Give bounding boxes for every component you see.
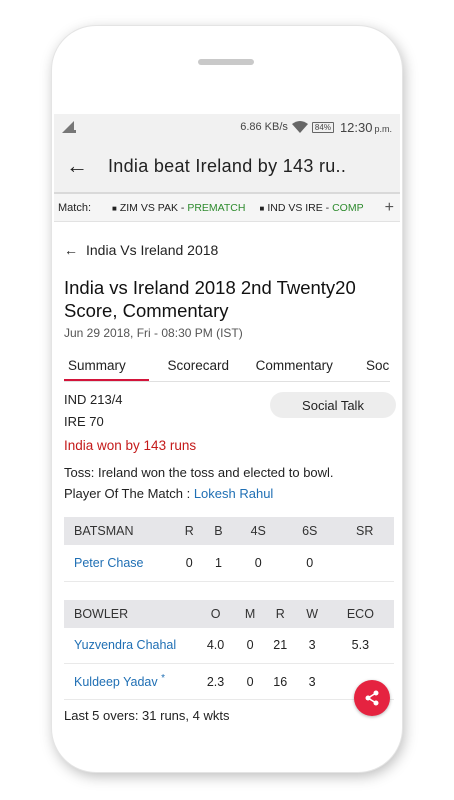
bowler-name: Kuldeep Yadav [74,675,158,690]
col-header-balls: B [204,517,233,545]
col-header-economy: ECO [326,599,394,628]
col-header-wickets: W [297,599,327,628]
table-cell: 0 [237,627,263,664]
share-button[interactable] [354,680,390,716]
match-label: Match: [58,201,92,214]
table-header-row: BOWLER O M R W ECO [64,599,394,628]
breadcrumb-label: India Vs Ireland 2018 [86,242,219,258]
add-match-icon[interactable]: + [378,198,400,217]
tab-scorecard[interactable]: Scorecard [149,354,239,381]
clock: 12:30 [339,119,373,135]
tab-bar: Summary Scorecard Commentary Social [64,354,390,382]
match-date: Jun 29 2018, Fri - 08:30 PM (IST) [64,326,243,340]
network-speed: 6.86 KB/s [240,121,288,133]
bowler-name-link[interactable]: Kuldeep Yadav * [64,663,194,700]
col-header-strike-rate: SR [335,517,394,545]
table-cell: 5.3 [326,627,394,664]
table-row: Yuzvendra Chahal 4.0 0 21 3 5.3 [64,627,394,664]
bowling-table: BOWLER O M R W ECO Yuzvendra Chahal 4.0 … [64,599,394,700]
batsman-name-link[interactable]: Peter Chase [64,545,174,582]
match-status: PREMATCH [187,201,246,214]
last5-value: 31 runs, 4 wkts [138,708,230,723]
col-header-runs: R [174,517,205,545]
share-icon [365,690,379,706]
col-header-overs: O [194,599,238,628]
col-header-sixes: 6S [283,517,336,545]
match-list: ■ ZIM VS PAK - PREMATCH ■ IND VS IRE - COM… [112,202,364,214]
table-cell: 16 [262,663,298,700]
last5-label: Last 5 overs: [64,708,139,723]
pom-name-link[interactable]: Lokesh Rahul [194,486,274,501]
bullet-icon: ■ [112,203,117,213]
score-summary: IND 213/4 IRE 70 India won by 143 runs S… [64,392,396,453]
col-header-batsman: BATSMAN [64,517,174,545]
match-item-ind-ire[interactable]: ■IND VS IRE - COMPLETED [259,202,364,214]
phone-frame: 6.86 KB/s 84% 12:30 p.m. ← India beat Ir… [52,26,402,772]
table-cell: 0 [237,663,263,700]
last-5-overs: Last 5 overs: 31 runs, 4 wkts [64,708,390,723]
signal-icon [62,121,76,133]
pom-label: Player Of The Match : [64,486,194,501]
toss-text: Ireland won the toss and elected to bowl… [94,465,334,480]
social-talk-button[interactable]: Social Talk [270,392,396,418]
col-header-fours: 4S [232,517,284,545]
battery-icon: 84% [311,121,334,133]
page-title: India beat Ireland by 143 ru.. [108,155,347,176]
col-header-maidens: M [237,599,263,628]
main-content: ← India Vs Ireland 2018 India vs Ireland… [54,242,400,723]
table-cell: 1 [204,545,233,582]
table-cell: 2.3 [194,663,238,700]
player-of-match: Player Of The Match : Lokesh Rahul [64,486,390,501]
breadcrumb[interactable]: ← India Vs Ireland 2018 [64,242,390,258]
match-bar: Match: ■ ZIM VS PAK - PREMATCH ■ IND VS IR… [54,194,400,222]
back-arrow-icon[interactable]: ← [66,153,100,179]
table-cell: 0 [174,545,205,582]
app-screen: 6.86 KB/s 84% 12:30 p.m. ← India beat Ir… [54,114,400,736]
app-bar: ← India beat Ireland by 143 ru.. [54,140,400,194]
match-headline: India vs Ireland 2018 2nd Twenty20 Score… [64,277,356,321]
table-cell: 0 [232,545,284,582]
table-cell: 4.0 [194,627,238,664]
col-header-runs: R [262,599,298,628]
table-header-row: BATSMAN R B 4S 6S SR [64,517,394,545]
tab-summary[interactable]: Summary [64,354,150,381]
on-strike-marker: * [161,673,166,685]
tab-commentary[interactable]: Commentary [240,354,350,381]
toss-info: Toss: Ireland won the toss and elected t… [64,465,390,480]
back-arrow-icon: ← [64,242,78,258]
wifi-icon [291,121,308,133]
table-row: Peter Chase 0 1 0 0 [64,545,394,582]
match-teams: ZIM VS PAK - [119,201,188,214]
batting-table: BATSMAN R B 4S 6S SR Peter Chase 0 1 0 0 [64,517,394,582]
clock-ampm: p.m. [374,123,392,134]
bullet-icon: ■ [259,203,265,213]
match-teams: IND VS IRE - [267,201,333,214]
table-cell: 3 [297,627,327,664]
table-cell: 3 [297,663,327,700]
table-cell: 21 [262,627,298,664]
status-bar: 6.86 KB/s 84% 12:30 p.m. [54,114,400,140]
tab-social[interactable]: Social [350,354,390,381]
match-result: India won by 143 runs [64,438,197,453]
table-row: Kuldeep Yadav * 2.3 0 16 3 [64,663,394,700]
phone-speaker [198,59,254,65]
match-status: COMPLETED [332,201,364,214]
table-cell: 0 [283,545,336,582]
table-cell [335,545,394,582]
toss-label: Toss: [64,465,95,480]
col-header-bowler: BOWLER [64,599,194,628]
match-item-zim-pak[interactable]: ■ ZIM VS PAK - PREMATCH [112,202,245,214]
bowler-name-link[interactable]: Yuzvendra Chahal [64,627,194,664]
